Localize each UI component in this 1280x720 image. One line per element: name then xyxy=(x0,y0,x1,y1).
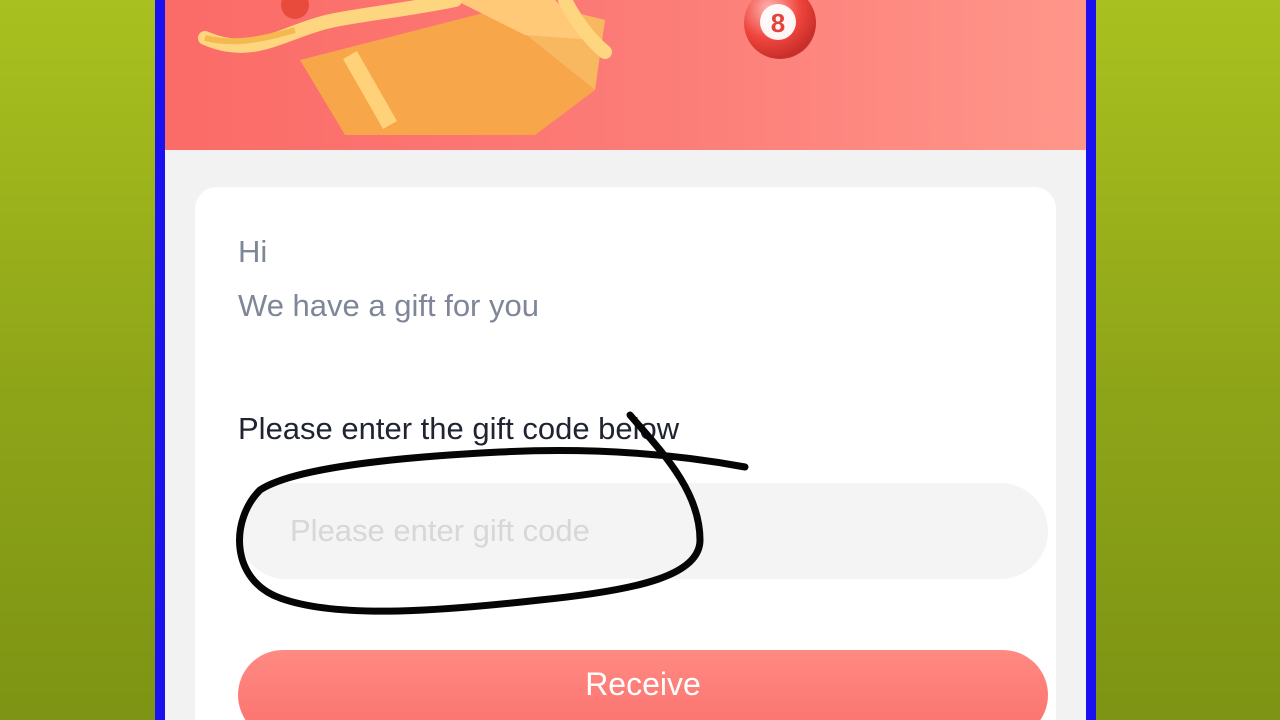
gift-message-text: We have a gift for you xyxy=(238,288,539,323)
right-frame-border xyxy=(1086,0,1096,720)
greeting-text: Hi xyxy=(238,234,268,269)
gift-box-illustration xyxy=(198,0,612,135)
gift-code-input[interactable] xyxy=(238,483,1048,579)
receive-button[interactable]: Receive xyxy=(238,650,1048,720)
gift-code-screen: 8 Hi We have a gift for you Please enter… xyxy=(165,0,1086,720)
gift-code-prompt: Please enter the gift code below xyxy=(238,411,680,446)
lottery-ball-icon: 8 xyxy=(744,0,816,59)
gift-banner: 8 xyxy=(165,0,1086,150)
left-frame-border xyxy=(155,0,165,720)
lottery-ball-number: 8 xyxy=(771,8,785,38)
gift-bow xyxy=(281,0,309,19)
gift-code-card: Hi We have a gift for you Please enter t… xyxy=(195,187,1056,720)
